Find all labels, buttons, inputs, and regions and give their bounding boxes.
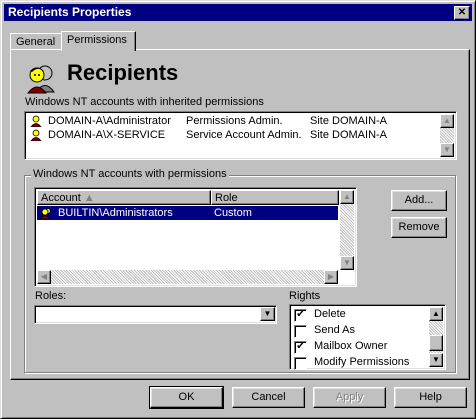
mailbox-owner-checkbox[interactable]: ✔ — [294, 341, 307, 354]
inherited-scrollbar[interactable]: ▲ ▼ — [440, 114, 454, 157]
scroll-thumb[interactable] — [429, 335, 443, 351]
rights-list[interactable]: ✔ Delete Send As ✔ Mailbox Owner Modify … — [289, 304, 446, 370]
scroll-up-button[interactable]: ▲ — [429, 307, 443, 321]
scroll-down-button[interactable]: ▼ — [429, 353, 443, 367]
people-icon — [26, 65, 55, 94]
account-cell: DOMAIN-A\Administrator — [48, 115, 171, 127]
roles-select[interactable]: ▼ — [34, 305, 277, 324]
permissions-group: Windows NT accounts with permissions Acc… — [24, 168, 456, 373]
right-label: Mailbox Owner — [314, 340, 388, 352]
dropdown-arrow-icon[interactable]: ▼ — [260, 307, 275, 321]
remove-button[interactable]: Remove — [391, 217, 447, 238]
modify-permissions-checkbox[interactable] — [294, 357, 307, 370]
column-header-role[interactable]: Role — [211, 190, 339, 205]
permissions-panel: Recipients Windows NT accounts with inhe… — [10, 49, 470, 380]
table-row[interactable]: BUILTIN\Administrators Custom — [37, 206, 338, 220]
ok-button[interactable]: OK — [149, 386, 224, 409]
right-label: Modify Permissions — [314, 356, 410, 368]
rights-scrollbar[interactable]: ▲ ▼ — [429, 307, 443, 367]
window-title: Recipients Properties — [8, 5, 132, 19]
right-label: Delete — [314, 308, 346, 320]
role-cell: Service Account Admin. — [186, 129, 302, 141]
scope-cell: Site DOMAIN-A — [310, 129, 388, 141]
scroll-down-button[interactable]: ▼ — [440, 143, 454, 157]
column-role-label: Role — [215, 192, 238, 204]
scroll-up-button[interactable]: ▲ — [440, 114, 454, 128]
send-as-checkbox[interactable] — [294, 325, 307, 338]
column-header-account[interactable]: Account ▲ — [37, 190, 211, 205]
list-item[interactable]: DOMAIN-A\Administrator Permissions Admin… — [27, 114, 437, 128]
page-title: Recipients — [67, 60, 179, 85]
cancel-button[interactable]: Cancel — [232, 387, 305, 408]
right-label: Send As — [314, 324, 355, 336]
scroll-left-button[interactable]: ◀ — [37, 270, 51, 284]
tab-general-label: General — [16, 36, 56, 48]
user-icon — [30, 129, 42, 141]
group-icon — [40, 208, 51, 219]
sort-arrow-icon: ▲ — [83, 192, 95, 204]
account-cell: DOMAIN-A\X-SERVICE — [48, 129, 166, 141]
scroll-down-button[interactable]: ▼ — [340, 256, 354, 270]
roles-label: Roles: — [35, 290, 67, 302]
user-icon — [30, 115, 42, 127]
add-button[interactable]: Add... — [391, 190, 447, 211]
rights-label: Rights — [289, 290, 321, 302]
delete-checkbox[interactable]: ✔ — [294, 309, 307, 322]
role-cell: Permissions Admin. — [186, 115, 283, 127]
close-button[interactable]: ✕ — [454, 6, 470, 20]
permissions-group-label: Windows NT accounts with permissions — [31, 168, 229, 180]
scope-cell: Site DOMAIN-A — [310, 115, 388, 127]
column-account-label: Account — [41, 192, 81, 204]
help-button[interactable]: Help — [394, 387, 467, 408]
tab-permissions-label: Permissions — [67, 34, 127, 46]
permissions-list[interactable]: Account ▲ Role BUILTIN\Administrators Cu… — [34, 187, 357, 287]
scroll-right-button[interactable]: ▶ — [324, 270, 338, 284]
inherited-label: Windows NT accounts with inherited permi… — [25, 96, 264, 108]
scroll-up-button[interactable]: ▲ — [340, 190, 354, 204]
apply-button[interactable]: Apply — [313, 387, 386, 408]
list-item[interactable]: DOMAIN-A\X-SERVICE Service Account Admin… — [27, 128, 437, 142]
tab-general[interactable]: General — [10, 33, 64, 50]
account-cell: BUILTIN\Administrators — [58, 207, 173, 219]
title-bar[interactable]: Recipients Properties ✕ — [4, 4, 472, 21]
permissions-hscrollbar[interactable]: ◀ ▶ — [37, 270, 338, 284]
role-cell: Custom — [214, 207, 252, 219]
permissions-vscrollbar[interactable]: ▲ ▼ — [340, 190, 354, 270]
tab-permissions[interactable]: Permissions — [61, 31, 136, 51]
properties-dialog: Recipients Properties ✕ General Permissi… — [0, 0, 476, 419]
inherited-list[interactable]: DOMAIN-A\Administrator Permissions Admin… — [24, 111, 457, 160]
